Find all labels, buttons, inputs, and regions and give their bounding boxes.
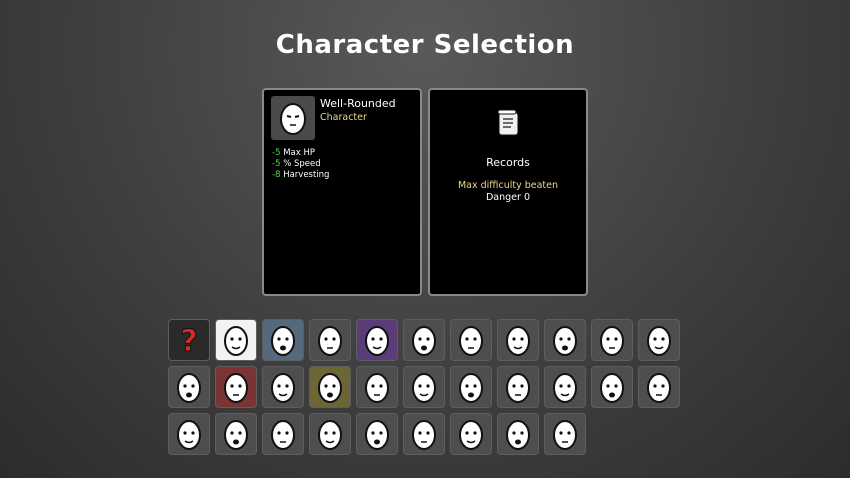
character-icon bbox=[498, 367, 538, 407]
character-slot[interactable] bbox=[403, 413, 445, 455]
character-icon bbox=[216, 367, 256, 407]
character-slot[interactable] bbox=[309, 366, 351, 408]
character-icon bbox=[451, 367, 491, 407]
stat-row: -5 % Speed bbox=[272, 159, 329, 170]
random-question-icon: ? bbox=[169, 320, 209, 360]
svg-text:?: ? bbox=[180, 324, 197, 359]
stat-value: -5 bbox=[272, 159, 281, 169]
character-icon bbox=[404, 414, 444, 454]
character-icon bbox=[263, 414, 303, 454]
character-slot[interactable] bbox=[450, 319, 492, 361]
character-icon bbox=[357, 414, 397, 454]
character-icon bbox=[310, 320, 350, 360]
character-slot[interactable] bbox=[168, 413, 210, 455]
character-slot[interactable] bbox=[215, 413, 257, 455]
character-slot[interactable] bbox=[403, 319, 445, 361]
character-name: Well-Rounded bbox=[320, 97, 396, 110]
character-icon bbox=[451, 414, 491, 454]
character-slot[interactable] bbox=[497, 319, 539, 361]
character-icon bbox=[263, 320, 303, 360]
character-slot[interactable] bbox=[544, 366, 586, 408]
character-icon bbox=[592, 367, 632, 407]
character-icon bbox=[545, 367, 585, 407]
character-slot[interactable] bbox=[168, 366, 210, 408]
character-slot[interactable] bbox=[450, 413, 492, 455]
character-icon bbox=[357, 320, 397, 360]
stat-label: % Speed bbox=[283, 159, 321, 169]
records-panel: Records Max difficulty beaten Danger 0 bbox=[428, 88, 588, 296]
stat-label: Max HP bbox=[283, 148, 315, 158]
character-slot[interactable] bbox=[544, 319, 586, 361]
character-slot[interactable] bbox=[497, 366, 539, 408]
character-icon bbox=[310, 367, 350, 407]
character-slot[interactable] bbox=[356, 319, 398, 361]
character-slot[interactable] bbox=[309, 319, 351, 361]
character-icon bbox=[545, 414, 585, 454]
character-slot[interactable] bbox=[356, 413, 398, 455]
character-portrait bbox=[271, 96, 315, 140]
character-info-panel: Well-Rounded Character -5 Max HP -5 % Sp… bbox=[262, 88, 422, 296]
character-icon bbox=[639, 320, 679, 360]
character-icon bbox=[545, 320, 585, 360]
character-icon bbox=[639, 367, 679, 407]
character-slot[interactable] bbox=[262, 366, 304, 408]
character-slot[interactable] bbox=[309, 413, 351, 455]
character-slot[interactable] bbox=[544, 413, 586, 455]
stat-value: -5 bbox=[272, 148, 281, 158]
character-slot[interactable] bbox=[591, 319, 633, 361]
max-difficulty-label: Max difficulty beaten bbox=[457, 180, 559, 191]
records-heading: Records bbox=[486, 156, 530, 169]
character-slot[interactable] bbox=[215, 319, 257, 361]
character-slot[interactable] bbox=[450, 366, 492, 408]
character-icon bbox=[404, 320, 444, 360]
stat-row: -5 Max HP bbox=[272, 148, 329, 159]
character-type: Character bbox=[320, 112, 367, 123]
character-icon bbox=[216, 414, 256, 454]
well-rounded-icon bbox=[280, 103, 306, 135]
character-slot[interactable] bbox=[215, 366, 257, 408]
well-rounded-icon bbox=[216, 320, 256, 360]
character-slot[interactable] bbox=[262, 413, 304, 455]
character-slot[interactable] bbox=[262, 319, 304, 361]
character-icon bbox=[451, 320, 491, 360]
stat-row: -8 Harvesting bbox=[272, 170, 329, 181]
character-icon bbox=[592, 320, 632, 360]
character-icon bbox=[498, 320, 538, 360]
character-slot[interactable] bbox=[591, 366, 633, 408]
stat-value: -8 bbox=[272, 170, 281, 180]
character-slot[interactable] bbox=[403, 366, 445, 408]
character-icon bbox=[310, 414, 350, 454]
stats-list: -5 Max HP -5 % Speed -8 Harvesting bbox=[272, 148, 329, 181]
character-slot[interactable] bbox=[356, 366, 398, 408]
scroll-icon bbox=[497, 109, 519, 136]
random-character-button[interactable]: ? bbox=[168, 319, 210, 361]
character-icon bbox=[404, 367, 444, 407]
character-icon bbox=[263, 367, 303, 407]
character-icon bbox=[498, 414, 538, 454]
character-grid: ? bbox=[168, 319, 688, 455]
character-slot[interactable] bbox=[497, 413, 539, 455]
page-title: Character Selection bbox=[275, 30, 575, 60]
danger-value: Danger 0 bbox=[485, 192, 530, 203]
character-slot[interactable] bbox=[638, 319, 680, 361]
character-slot[interactable] bbox=[638, 366, 680, 408]
character-icon bbox=[357, 367, 397, 407]
character-icon bbox=[169, 414, 209, 454]
stat-label: Harvesting bbox=[283, 170, 330, 180]
character-icon bbox=[169, 367, 209, 407]
